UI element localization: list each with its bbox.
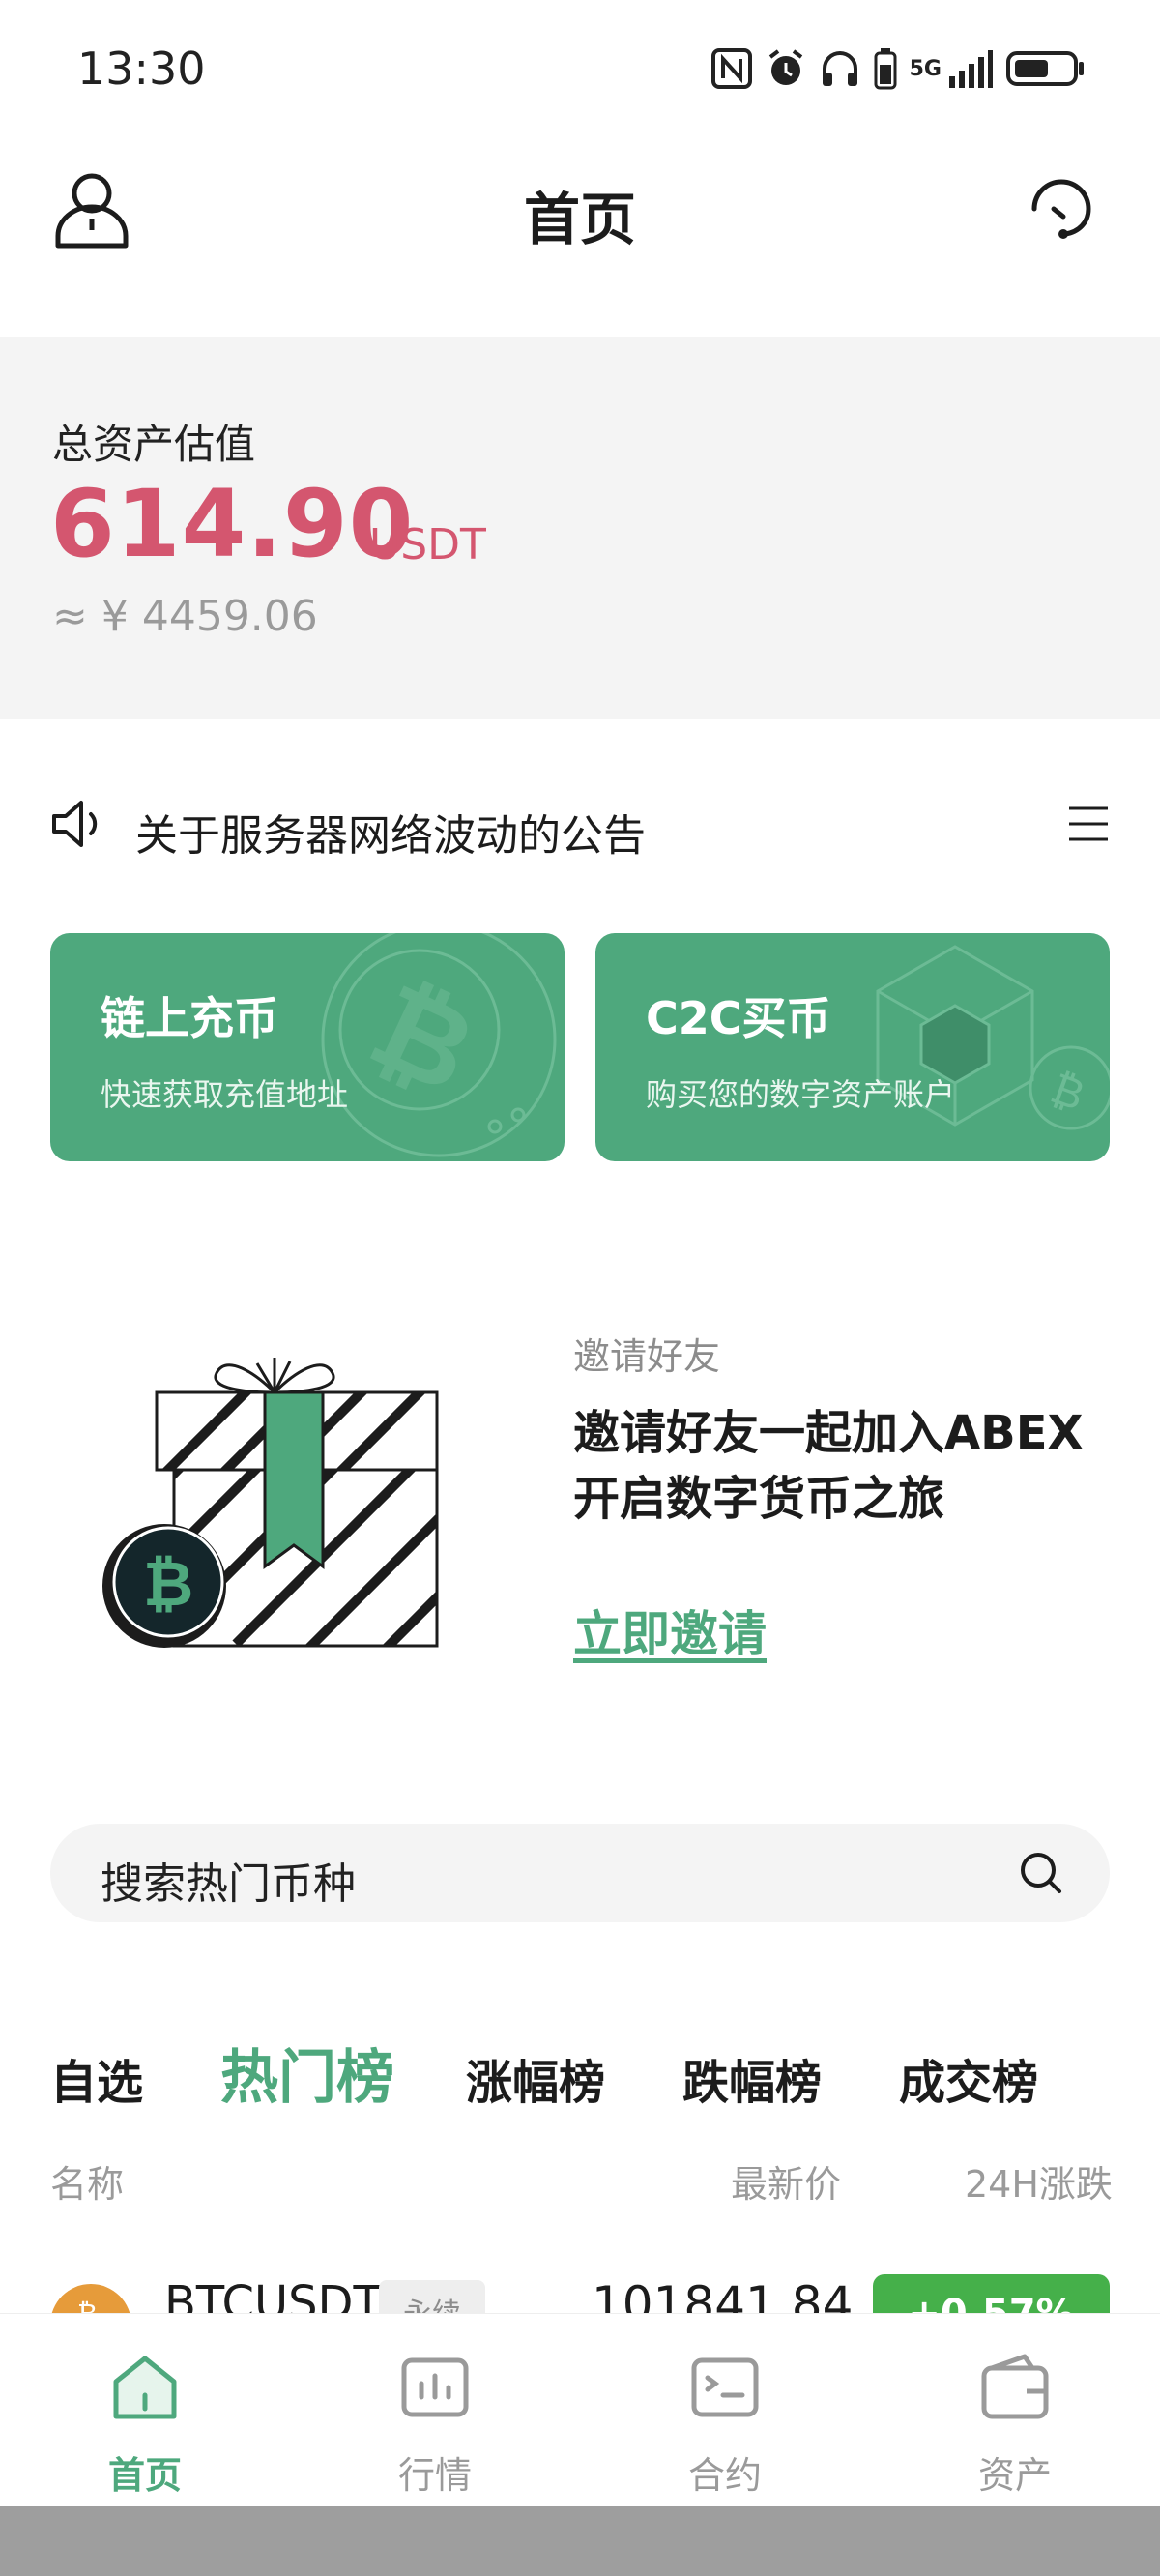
signal-icon: [949, 50, 993, 88]
tab-favorites[interactable]: 自选: [50, 2044, 143, 2112]
menu-icon[interactable]: [1067, 803, 1110, 845]
nav-market[interactable]: 行情: [290, 2314, 580, 2507]
tab-losers[interactable]: 跌幅榜: [682, 2044, 822, 2112]
tab-hot[interactable]: 热门榜: [220, 2031, 394, 2115]
search-icon[interactable]: [1019, 1851, 1063, 1895]
c2c-card[interactable]: ₿ C2C买币 购买您的数字资产账户: [595, 933, 1110, 1161]
page-title: 首页: [523, 187, 636, 252]
headphones-icon: [822, 51, 857, 86]
nav-home-label: 首页: [107, 2454, 182, 2497]
svg-text:₿: ₿: [1044, 1064, 1090, 1121]
column-change: 24H涨跌: [965, 2163, 1113, 2206]
support-button[interactable]: [1023, 170, 1100, 248]
deposit-title: 链上充币: [101, 992, 278, 1044]
invite-now-link[interactable]: 立即邀请: [573, 1595, 767, 1665]
tab-volume[interactable]: 成交榜: [899, 2044, 1038, 2112]
market-tabs: 自选 热门榜 涨幅榜 跌幅榜 成交榜: [0, 2027, 1160, 2114]
nfc-icon: [710, 48, 752, 89]
app-header: 首页: [0, 145, 1160, 290]
c2c-title: C2C买币: [646, 992, 831, 1044]
svg-text:₿: ₿: [143, 1549, 193, 1621]
system-gesture-bar: [0, 2506, 1160, 2576]
status-bar: 13:30 5G: [0, 0, 1160, 135]
invite-subheadline: 开启数字货币之旅: [573, 1472, 945, 1526]
alarm-icon: [768, 49, 802, 85]
battery-small-icon: [874, 48, 897, 90]
asset-label: 总资产估值: [52, 421, 256, 468]
asset-unit: USDT: [369, 520, 486, 570]
deposit-subtitle: 快速获取充值地址: [101, 1076, 349, 1113]
column-price: 最新价: [731, 2163, 842, 2206]
gift-illustration: ₿: [102, 1358, 439, 1648]
column-name: 名称: [50, 2163, 125, 2206]
svg-text:₿: ₿: [351, 958, 493, 1120]
announcement-text[interactable]: 关于服务器网络波动的公告: [135, 801, 646, 863]
speaker-icon: [52, 801, 98, 847]
bottom-nav: 首页 行情 合约 资产: [0, 2313, 1160, 2506]
status-time: 13:30: [77, 43, 206, 95]
network-label: 5G: [909, 56, 942, 81]
home-icon: [113, 2356, 177, 2419]
nav-assets-label: 资产: [977, 2454, 1052, 2497]
contract-icon: [691, 2357, 759, 2417]
deposit-card[interactable]: ₿ 链上充币 快速获取充值地址: [50, 933, 565, 1161]
asset-amount: 614.90: [50, 470, 415, 578]
search-input[interactable]: 搜索热门币种: [101, 1849, 356, 1911]
cube-icon: ₿: [876, 945, 1110, 1130]
nav-home[interactable]: 首页: [0, 2314, 290, 2507]
nav-assets[interactable]: 资产: [870, 2314, 1160, 2507]
bitcoin-coin-icon: ₿: [321, 933, 557, 1157]
battery-icon: [1006, 51, 1084, 86]
nav-market-label: 行情: [397, 2454, 472, 2497]
wallet-icon: [981, 2354, 1049, 2419]
chart-icon: [401, 2357, 469, 2417]
invite-banner: ₿ 邀请好友 邀请好友一起加入ABEX 开启数字货币之旅 立即邀请: [0, 1296, 1160, 1683]
status-icons: 5G: [710, 44, 1087, 93]
market-row[interactable]: ₿ BTCUSDT 永续 101841.84 +0.57%: [0, 2263, 1160, 2321]
coin-search-bar[interactable]: 搜索热门币种: [50, 1824, 1110, 1922]
asset-cny-value: ≈ ¥ 4459.06: [52, 592, 318, 641]
asset-summary: 总资产估值 614.90 USDT ≈ ¥ 4459.06: [0, 337, 1160, 719]
invite-kicker: 邀请好友: [573, 1335, 721, 1378]
announcement-bar[interactable]: 关于服务器网络波动的公告: [0, 781, 1160, 868]
nav-contract-label: 合约: [687, 2454, 762, 2497]
invite-headline: 邀请好友一起加入ABEX: [573, 1406, 1084, 1460]
nav-contract[interactable]: 合约: [580, 2314, 870, 2507]
c2c-subtitle: 购买您的数字资产账户: [646, 1076, 956, 1113]
headset-icon: [1031, 179, 1091, 239]
tab-gainers[interactable]: 涨幅榜: [466, 2044, 605, 2112]
